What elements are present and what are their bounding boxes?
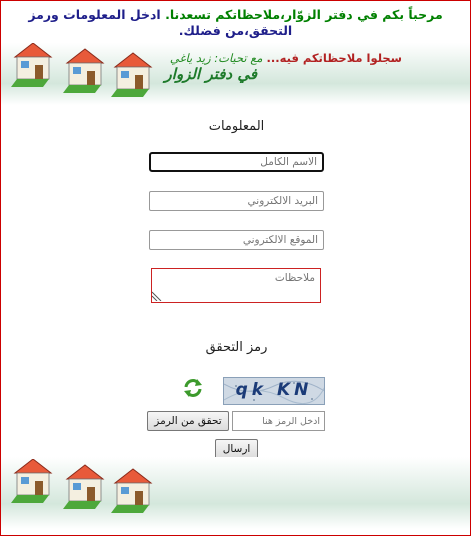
captcha-input[interactable]: [232, 411, 325, 431]
bottom-banner: [1, 457, 470, 529]
banner-slogan: سجلوا ملاحظاتكم فيه... مع تحيات: زيد ياغ…: [170, 51, 402, 65]
captcha-section-title: رمز التحقق: [205, 340, 268, 355]
refresh-arrows-icon[interactable]: [182, 377, 204, 399]
slogan-green: مع تحيات: زيد ياغي: [169, 51, 263, 65]
resize-grip-icon[interactable]: [152, 291, 162, 301]
captcha-image: qk KN: [223, 377, 325, 405]
guestbook-frame: مرحباً بكم في دفتر الزوّار،ملاحظاتكم تسع…: [0, 0, 471, 536]
send-button[interactable]: ارسال: [215, 439, 258, 459]
full-name-input[interactable]: [149, 152, 324, 172]
houses-illustration: [11, 43, 153, 97]
email-input[interactable]: [149, 191, 324, 211]
verify-code-button[interactable]: تحقق من الرمز: [147, 411, 229, 431]
website-input[interactable]: [149, 230, 324, 250]
slogan-red: سجلوا ملاحظاتكم فيه...: [266, 51, 402, 65]
top-banner: سجلوا ملاحظاتكم فيه... مع تحيات: زيد ياغ…: [1, 43, 470, 105]
notes-textarea[interactable]: [151, 268, 321, 303]
welcome-text: مرحباً بكم في دفتر الزوّار،ملاحظاتكم تسع…: [165, 7, 443, 22]
logo-text: في دفتر الزوار: [164, 65, 257, 83]
captcha-code: qk KN: [235, 380, 313, 400]
info-section-title: المعلومات: [208, 119, 265, 134]
header-message: مرحباً بكم في دفتر الزوّار،ملاحظاتكم تسع…: [1, 1, 470, 41]
houses-illustration-bottom: [11, 459, 153, 513]
